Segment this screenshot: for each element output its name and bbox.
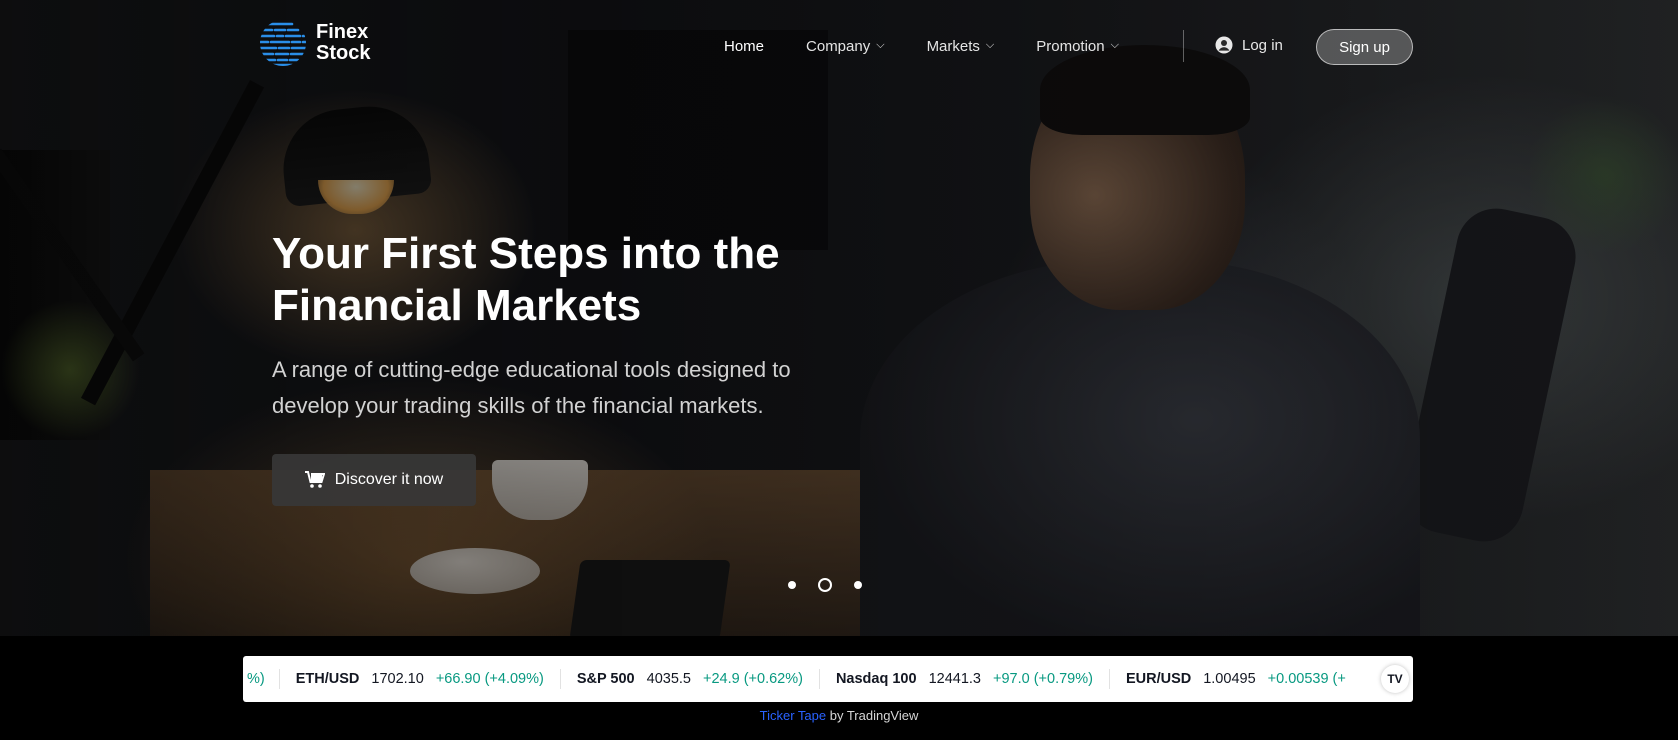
globe-logo-icon — [260, 22, 306, 66]
ticker-price: 4035.5 — [646, 671, 691, 687]
user-circle-icon — [1215, 36, 1233, 54]
carousel-dot[interactable] — [788, 581, 796, 589]
hero-subtext-line1: A range of cutting-edge educational tool… — [272, 357, 791, 382]
ticker-price: 1.00495 — [1203, 671, 1256, 687]
brand-name-line2: Stock — [316, 42, 371, 64]
ticker-item[interactable]: ETH/USD 1702.10 +66.90 (+4.09%) — [280, 669, 561, 689]
ticker-item[interactable]: S&P 500 4035.5 +24.9 (+0.62%) — [561, 669, 820, 689]
nav-item-label: Company — [806, 37, 871, 55]
ticker-item-fragment: %) — [243, 669, 280, 689]
ticker-tape-widget[interactable]: %) ETH/USD 1702.10 +66.90 (+4.09%) S&P 5… — [243, 656, 1413, 702]
chevron-down-icon: ⌵ — [985, 38, 995, 51]
hero-subtext-line2: develop your trading skills of the finan… — [272, 393, 764, 418]
ticker-symbol: Nasdaq 100 — [835, 671, 917, 687]
nav-item-markets[interactable]: Markets ⌵ — [927, 38, 995, 55]
ticker-symbol: ETH/USD — [295, 671, 360, 687]
tradingview-badge-text: TV — [1387, 672, 1403, 686]
login-link[interactable]: Log in — [1215, 36, 1283, 54]
chevron-down-icon: ⌵ — [1110, 38, 1119, 51]
ticker-track: %) ETH/USD 1702.10 +66.90 (+4.09%) S&P 5… — [243, 669, 1362, 689]
attribution-suffix: by TradingView — [826, 708, 919, 723]
hero-subtext: A range of cutting-edge educational tool… — [272, 352, 912, 424]
nav-item-label: Promotion — [1036, 37, 1105, 55]
ticker-change: +0.00539 (+ — [1267, 671, 1346, 687]
signup-label: Sign up — [1339, 38, 1390, 56]
hero-headline: Your First Steps into the Financial Mark… — [272, 228, 972, 332]
brand-name: Finex Stock — [316, 22, 370, 64]
nav-item-company[interactable]: Company ⌵ — [806, 38, 885, 55]
tradingview-logo-icon[interactable]: TV — [1381, 665, 1409, 693]
ticker-change: +97.0 (+0.79%) — [992, 671, 1093, 687]
signup-button[interactable]: Sign up — [1316, 29, 1413, 65]
nav-item-home[interactable]: Home — [724, 38, 764, 55]
login-label: Log in — [1242, 36, 1283, 54]
ticker-symbol: S&P 500 — [576, 671, 635, 687]
nav-divider — [1183, 30, 1184, 62]
brand-name-line1: Finex — [316, 21, 369, 43]
ticker-change: +66.90 (+4.09%) — [435, 671, 544, 687]
nav-item-label: Home — [724, 37, 765, 55]
hero-headline-line1: Your First Steps into the — [272, 229, 780, 278]
hero-banner: Finex Stock Home Company ⌵ Markets ⌵ Pro… — [0, 0, 1678, 636]
cart-icon — [304, 471, 325, 488]
ticker-item[interactable]: EUR/USD 1.00495 +0.00539 (+ — [1110, 669, 1362, 689]
ticker-symbol: EUR/USD — [1125, 671, 1192, 687]
ticker-price: 1702.10 — [371, 671, 424, 687]
ticker-attribution: Ticker Tape by TradingView — [0, 708, 1678, 723]
ticker-price: 12441.3 — [928, 671, 981, 687]
ticker-tape-link[interactable]: Ticker Tape — [760, 708, 826, 723]
hero-headline-line2: Financial Markets — [272, 281, 642, 330]
nav-item-label: Markets — [926, 37, 980, 55]
ticker-change: +24.9 (+0.62%) — [702, 671, 803, 687]
chevron-down-icon: ⌵ — [876, 38, 885, 51]
brand-logo[interactable]: Finex Stock — [258, 18, 370, 68]
nav-item-promotion[interactable]: Promotion ⌵ — [1036, 38, 1119, 55]
discover-button[interactable]: Discover it now — [272, 454, 476, 506]
ticker-item[interactable]: Nasdaq 100 12441.3 +97.0 (+0.79%) — [820, 669, 1110, 689]
carousel-dot-active[interactable] — [818, 578, 832, 592]
carousel-dot[interactable] — [854, 581, 862, 589]
discover-button-label: Discover it now — [334, 471, 444, 488]
main-nav: Home Company ⌵ Markets ⌵ Promotion ⌵ — [724, 34, 1161, 58]
carousel-indicators — [788, 578, 884, 592]
